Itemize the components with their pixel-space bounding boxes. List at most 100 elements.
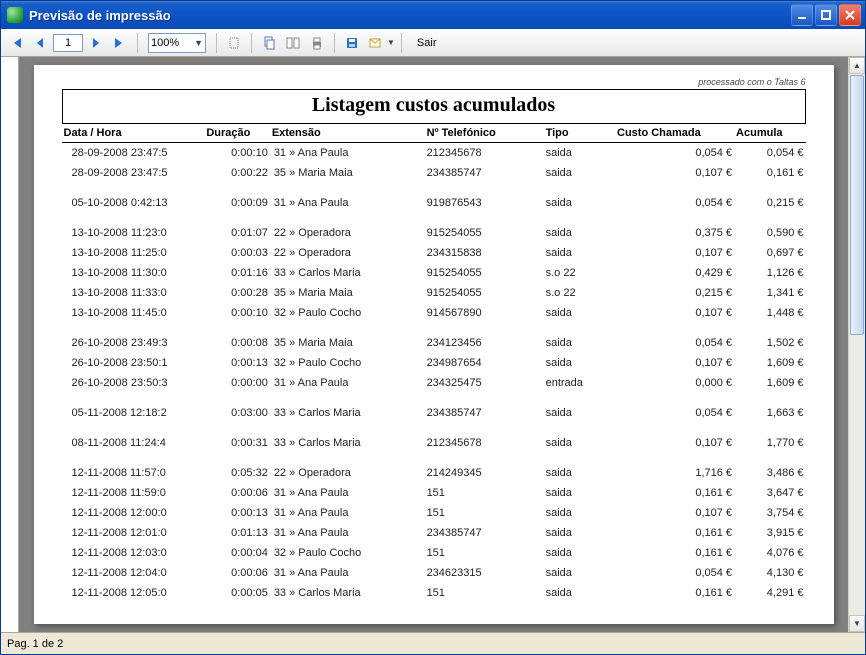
table-row: 13-10-2008 11:45:00:00:1032 » Paulo Coch… [62,303,806,323]
cell-cost: 0,107 € [615,433,734,453]
cell-phone: 234385747 [425,403,544,423]
cell-type: saida [544,403,615,423]
zoom-select[interactable]: 100% ▼ [148,33,206,53]
cell-extension: 33 » Carlos Maria [270,433,425,453]
cell-phone: 234987654 [425,353,544,373]
cell-duration: 0:00:09 [204,193,269,213]
group-gap [62,183,806,193]
cell-cost: 0,107 € [615,243,734,263]
cell-phone: 915254055 [425,283,544,303]
cell-date: 08-11-2008 11:24:4 [62,433,205,453]
table-row: 26-10-2008 23:50:10:00:1332 » Paulo Coch… [62,353,806,373]
print-button[interactable] [306,32,328,54]
cell-phone: 151 [425,583,544,603]
table-row: 08-11-2008 11:24:40:00:3133 » Carlos Mar… [62,433,806,453]
separator [251,33,252,53]
exit-button[interactable]: Sair [408,34,446,52]
copy-button[interactable] [258,32,280,54]
cell-duration: 0:00:00 [204,373,269,393]
cell-type: entrada [544,373,615,393]
cell-date: 26-10-2008 23:49:3 [62,333,205,353]
cell-type: saida [544,543,615,563]
cell-extension: 22 » Operadora [270,243,425,263]
cell-type: saida [544,163,615,183]
zoom-value: 100% [151,37,179,49]
close-button[interactable] [839,4,861,26]
cell-date: 13-10-2008 11:45:0 [62,303,205,323]
cell-accum: 0,697 € [734,243,805,263]
cell-date: 28-09-2008 23:47:5 [62,163,205,183]
first-page-button[interactable] [5,32,27,54]
cell-accum: 3,915 € [734,523,805,543]
separator [334,33,335,53]
cell-phone: 151 [425,543,544,563]
cell-date: 12-11-2008 12:03:0 [62,543,205,563]
scroll-track[interactable] [849,74,865,615]
cell-cost: 0,107 € [615,163,734,183]
separator [137,33,138,53]
cell-date: 12-11-2008 12:00:0 [62,503,205,523]
cell-type: saida [544,223,615,243]
col-cost: Custo Chamada [615,124,734,143]
window-title: Previsão de impressão [29,8,791,23]
dropdown-arrow-icon[interactable]: ▼ [387,38,395,47]
save-button[interactable] [341,32,363,54]
cell-duration: 0:05:32 [204,463,269,483]
group-gap [62,323,806,333]
cell-date: 12-11-2008 12:04:0 [62,563,205,583]
page-indicator: Pag. 1 de 2 [7,638,63,650]
table-row: 12-11-2008 12:05:00:00:0533 » Carlos Mar… [62,583,806,603]
maximize-button[interactable] [815,4,837,26]
scroll-thumb[interactable] [850,75,864,335]
group-gap [62,213,806,223]
scroll-up-button[interactable]: ▲ [849,57,865,74]
cell-phone: 212345678 [425,433,544,453]
cell-duration: 0:01:07 [204,223,269,243]
table-row: 13-10-2008 11:33:00:00:2835 » Maria Maia… [62,283,806,303]
titlebar: Previsão de impressão [1,1,865,29]
cell-accum: 1,609 € [734,353,805,373]
cell-extension: 31 » Ana Paula [270,503,425,523]
cell-phone: 214249345 [425,463,544,483]
cell-phone: 212345678 [425,143,544,164]
cell-extension: 31 » Ana Paula [270,373,425,393]
cell-phone: 919876543 [425,193,544,213]
cell-date: 13-10-2008 11:25:0 [62,243,205,263]
one-page-button[interactable] [223,32,245,54]
report-page: processado com o Taltas 6 Listagem custo… [34,65,834,624]
table-row: 13-10-2008 11:25:00:00:0322 » Operadora2… [62,243,806,263]
cell-type: saida [544,483,615,503]
cell-extension: 31 » Ana Paula [270,563,425,583]
last-page-button[interactable] [109,32,131,54]
minimize-button[interactable] [791,4,813,26]
cell-accum: 3,647 € [734,483,805,503]
cell-accum: 0,215 € [734,193,805,213]
cell-cost: 0,161 € [615,583,734,603]
multi-page-button[interactable] [282,32,304,54]
cell-phone: 234123456 [425,333,544,353]
next-page-button[interactable] [85,32,107,54]
preview-area: processado com o Taltas 6 Listagem custo… [1,57,865,632]
page-number-input[interactable] [53,34,83,52]
email-button[interactable] [365,32,387,54]
cell-cost: 0,054 € [615,193,734,213]
cell-phone: 234325475 [425,373,544,393]
table-header-row: Data / Hora Duração Extensão Nº Telefóni… [62,124,806,143]
cell-type: saida [544,583,615,603]
scroll-down-button[interactable]: ▼ [849,615,865,632]
cell-type: saida [544,353,615,373]
table-row: 28-09-2008 23:47:50:00:1031 » Ana Paula2… [62,143,806,164]
cell-phone: 151 [425,503,544,523]
vertical-scrollbar[interactable]: ▲ ▼ [848,57,865,632]
page-viewport[interactable]: processado com o Taltas 6 Listagem custo… [19,57,848,632]
cell-type: saida [544,193,615,213]
cell-date: 13-10-2008 11:30:0 [62,263,205,283]
cell-duration: 0:00:06 [204,563,269,583]
prev-page-button[interactable] [29,32,51,54]
cell-phone: 914567890 [425,303,544,323]
cell-date: 26-10-2008 23:50:1 [62,353,205,373]
cell-date: 12-11-2008 12:01:0 [62,523,205,543]
processed-note: processado com o Taltas 6 [62,77,806,87]
col-extension: Extensão [270,124,425,143]
col-phone: Nº Telefónico [425,124,544,143]
